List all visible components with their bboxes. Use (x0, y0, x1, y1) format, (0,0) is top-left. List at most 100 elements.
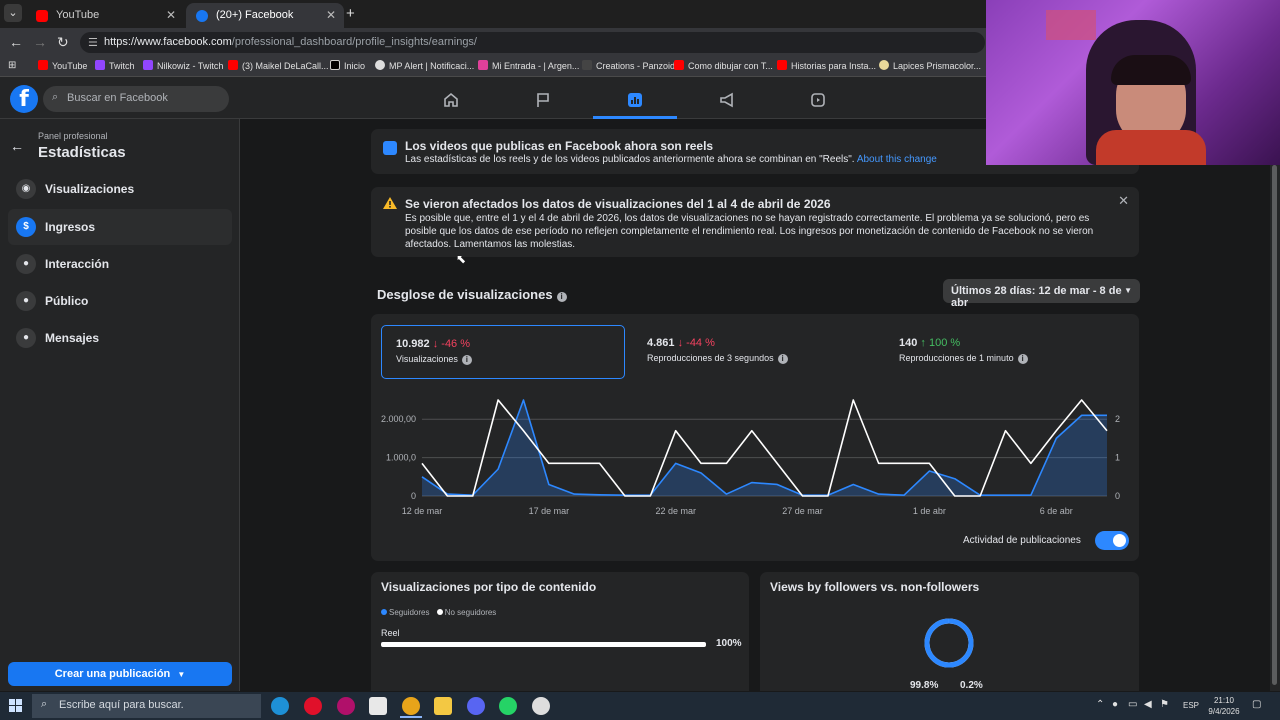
new-tab-icon[interactable]: + (346, 5, 355, 22)
toggle-knob (1113, 534, 1126, 547)
forward-icon[interactable]: → (33, 34, 47, 50)
x-tick-label: 1 de abr (913, 506, 946, 516)
bookmark-item[interactable]: Mi Entrada - | Argen... (478, 60, 579, 71)
reload-icon[interactable]: ↻ (57, 34, 69, 51)
bookmark-item[interactable]: Creations - Panzoid (582, 60, 675, 71)
panzoid-icon (582, 60, 592, 70)
taskbar-search-placeholder: Escribe aquí para buscar. (59, 699, 184, 711)
volume-icon[interactable]: ◀ (1144, 699, 1152, 710)
info-icon[interactable]: i (777, 354, 788, 364)
date-range-dropdown[interactable]: Últimos 28 días: 12 de mar - 8 de abr ▼ (943, 279, 1140, 309)
network-icon[interactable]: ▭ (1128, 699, 1137, 710)
date-range-label: Últimos 28 días: 12 de mar - 8 de abr (951, 285, 1122, 309)
metric-1m-plays[interactable]: 140 ↑ 100 % Reproducciones de 1 minuto i (885, 325, 1129, 379)
tab-facebook[interactable]: (20+) Facebook ✕ (186, 3, 344, 28)
vpn-icon[interactable]: ⚑ (1160, 699, 1169, 710)
bookmark-item[interactable]: Nilkowiz - Twitch (143, 60, 223, 71)
nav-video[interactable] (776, 85, 860, 119)
edge-icon[interactable] (271, 697, 289, 715)
sidebar-item-ingresos[interactable]: $ Ingresos (8, 209, 232, 245)
bookmark-item[interactable]: MP Alert | Notificaci... (375, 60, 474, 71)
info-icon[interactable]: i (461, 355, 472, 365)
warning-icon (383, 197, 397, 209)
bookmark-item[interactable]: Historias para Insta... (777, 60, 876, 71)
facebook-logo[interactable]: f (10, 85, 38, 113)
back-icon[interactable]: ← (9, 34, 23, 50)
metric-value: 10.982 (396, 338, 430, 350)
scrollbar-thumb[interactable] (1272, 165, 1277, 685)
metric-change: ↓ -46 % (432, 338, 471, 350)
x-tick-label: 12 de mar (402, 506, 443, 516)
flag-icon (537, 93, 549, 107)
about-change-link[interactable]: About this change (857, 154, 937, 165)
opera-gx-icon[interactable] (337, 697, 355, 715)
url-field[interactable]: ☰ https://www.facebook.com/professional_… (80, 32, 985, 53)
nav-home[interactable] (409, 85, 493, 119)
followers-card: Views by followers vs. non-followers 99.… (760, 572, 1139, 691)
taskbar-search-input[interactable]: ⌕ Escribe aquí para buscar. (32, 694, 261, 718)
url-path: /professional_dashboard/profile_insights… (231, 36, 477, 48)
tray-overflow-icon[interactable]: ⌃ (1096, 699, 1104, 710)
tab-title: YouTube (56, 9, 100, 21)
site-settings-icon[interactable]: ☰ (88, 36, 98, 49)
bookmark-item[interactable]: Lapices Prismacolor... (879, 60, 981, 71)
clock-date: 9/4/2026 (1208, 707, 1240, 716)
bookmark-item[interactable]: Twitch (95, 60, 135, 71)
sidebar-item-mensajes[interactable]: ● Mensajes (8, 320, 232, 356)
store-icon[interactable] (369, 697, 387, 715)
discord-icon[interactable] (467, 697, 485, 715)
nav-insights[interactable] (593, 85, 677, 119)
windows-start-icon[interactable] (9, 699, 23, 713)
sidebar-item-publico[interactable]: ● Público (8, 283, 232, 319)
search-placeholder: Buscar en Facebook (67, 92, 168, 104)
create-post-button[interactable]: Crear una publicación ▼ (8, 662, 232, 686)
nav-pages[interactable] (501, 85, 585, 119)
opera-icon[interactable] (304, 697, 322, 715)
metric-change: ↓ -44 % (677, 337, 715, 349)
notifications-icon[interactable]: ▢ (1252, 699, 1261, 710)
donut-followers-slice (924, 618, 974, 668)
bookmark-item[interactable]: (3) Maikel DeLaCall... (228, 60, 329, 71)
microphone-icon[interactable]: ● (1112, 699, 1118, 710)
language-indicator[interactable]: ESP (1183, 701, 1199, 710)
chrome-icon[interactable] (402, 697, 420, 715)
webcam-overlay (986, 0, 1280, 165)
info-icon[interactable]: i (556, 292, 567, 302)
whatsapp-icon[interactable] (499, 697, 517, 715)
close-tab-icon[interactable]: ✕ (166, 8, 176, 22)
tab-search-chevron-icon[interactable]: ⌄ (4, 4, 22, 22)
sidebar-item-label: Mensajes (45, 331, 100, 345)
views-line-chart: 0 0 1.000,0 1 2.000,00 2 12 de mar 17 de mar 22 … (381, 399, 1120, 516)
back-arrow-icon[interactable]: ← (10, 138, 24, 154)
breakdown-title: Desglose de visualizaciones i (377, 287, 567, 302)
activity-toggle[interactable] (1095, 531, 1129, 550)
file-explorer-icon[interactable] (434, 697, 452, 715)
info-icon[interactable]: i (1017, 354, 1028, 364)
apps-grid-icon[interactable]: ⊞ (8, 60, 16, 71)
sidebar-item-interaccion[interactable]: ● Interacción (8, 246, 232, 282)
bookmark-item[interactable]: Inicio (330, 60, 365, 71)
metric-value: 4.861 (647, 337, 675, 349)
tab-youtube[interactable]: YouTube ✕ (26, 3, 184, 28)
metric-3s-plays[interactable]: 4.861 ↓ -44 % Reproducciones de 3 segund… (633, 325, 877, 379)
reel-percent: 100% (716, 638, 742, 649)
bookmark-item[interactable]: YouTube (38, 60, 87, 71)
obs-icon[interactable] (532, 697, 550, 715)
taskbar-clock[interactable]: 21:10 9/4/2026 (1204, 695, 1244, 717)
close-icon[interactable]: ✕ (1118, 193, 1129, 209)
close-tab-icon[interactable]: ✕ (326, 8, 336, 22)
messenger-icon: ● (16, 328, 36, 348)
metric-label: Visualizaciones (396, 354, 458, 364)
metric-views[interactable]: 10.982 ↓ -46 % Visualizaciones i (381, 325, 625, 379)
youtube-icon (674, 60, 684, 70)
bookmark-item[interactable]: Como dibujar con T... (674, 60, 773, 71)
non-followers-percent: 0.2% (960, 680, 983, 691)
nav-ads[interactable] (685, 85, 769, 119)
reel-row-label: Reel (381, 628, 400, 638)
sidebar-item-label: Público (45, 294, 89, 308)
facebook-search-input[interactable]: ⌕ Buscar en Facebook (43, 86, 229, 112)
sidebar-item-visualizaciones[interactable]: ◉ Visualizaciones (8, 171, 232, 207)
facebook-icon (196, 10, 208, 22)
clock-time: 21:10 (1213, 696, 1235, 705)
y-left-tick-label: 0 (411, 491, 416, 501)
